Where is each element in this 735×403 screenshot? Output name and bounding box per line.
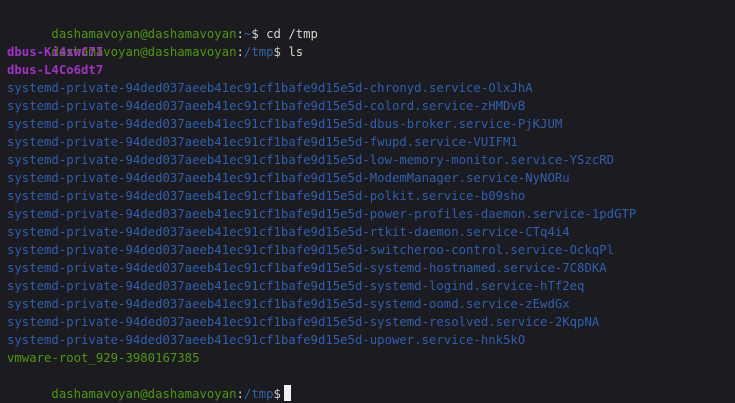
prompt-path: /tmp: [243, 387, 274, 401]
prompt-symbol: $: [273, 387, 281, 401]
prompt-symbol: $: [273, 45, 289, 59]
ls-entry-systemd: systemd-private-94ded037aeeb41ec91cf1baf…: [7, 261, 607, 275]
ls-entry-systemd: systemd-private-94ded037aeeb41ec91cf1baf…: [7, 135, 518, 149]
prompt-symbol: $: [251, 27, 267, 41]
prompt-path: /tmp: [243, 45, 274, 59]
prompt-separator: :: [236, 45, 244, 59]
ls-entry-systemd: systemd-private-94ded037aeeb41ec91cf1baf…: [7, 117, 563, 131]
ls-entry-systemd: systemd-private-94ded037aeeb41ec91cf1baf…: [7, 279, 585, 293]
terminal-window[interactable]: dashamavoyan@dashamavoyan:~$ cd /tmp das…: [0, 0, 735, 403]
ls-entry-systemd: systemd-private-94ded037aeeb41ec91cf1baf…: [7, 207, 637, 221]
ls-entry-systemd: systemd-private-94ded037aeeb41ec91cf1baf…: [7, 243, 615, 257]
ls-entry-dbus: dbus-L4Co6dt7: [7, 63, 104, 77]
ls-entry-systemd: systemd-private-94ded037aeeb41ec91cf1baf…: [7, 333, 526, 347]
command-text: ls: [288, 45, 304, 59]
ls-entry-systemd: systemd-private-94ded037aeeb41ec91cf1baf…: [7, 225, 570, 239]
ls-entry-systemd: systemd-private-94ded037aeeb41ec91cf1baf…: [7, 297, 570, 311]
command-text: cd /tmp: [266, 27, 318, 41]
prompt-separator: :: [236, 387, 244, 401]
ls-entry-systemd: systemd-private-94ded037aeeb41ec91cf1baf…: [7, 189, 526, 203]
ls-entry-systemd: systemd-private-94ded037aeeb41ec91cf1baf…: [7, 315, 600, 329]
ls-entry-systemd: systemd-private-94ded037aeeb41ec91cf1baf…: [7, 153, 615, 167]
ls-entry-systemd: systemd-private-94ded037aeeb41ec91cf1baf…: [7, 81, 533, 95]
text-cursor[interactable]: [283, 385, 291, 401]
ls-entry-vmware: vmware-root_929-3980167385: [7, 351, 200, 365]
ls-entry-systemd: systemd-private-94ded037aeeb41ec91cf1baf…: [7, 99, 526, 113]
prompt-line: dashamavoyan@dashamavoyan:~$ cd /tmp: [7, 7, 735, 41]
prompt-separator: :: [236, 27, 244, 41]
ls-entry-systemd: systemd-private-94ded037aeeb41ec91cf1baf…: [7, 171, 570, 185]
active-prompt-line[interactable]: dashamavoyan@dashamavoyan:/tmp$: [7, 367, 735, 401]
prompt-user-host: dashamavoyan@dashamavoyan: [51, 27, 237, 41]
prompt-user-host: dashamavoyan@dashamavoyan: [51, 387, 237, 401]
terminal-output: dashamavoyan@dashamavoyan:~$ cd /tmp das…: [7, 7, 735, 401]
